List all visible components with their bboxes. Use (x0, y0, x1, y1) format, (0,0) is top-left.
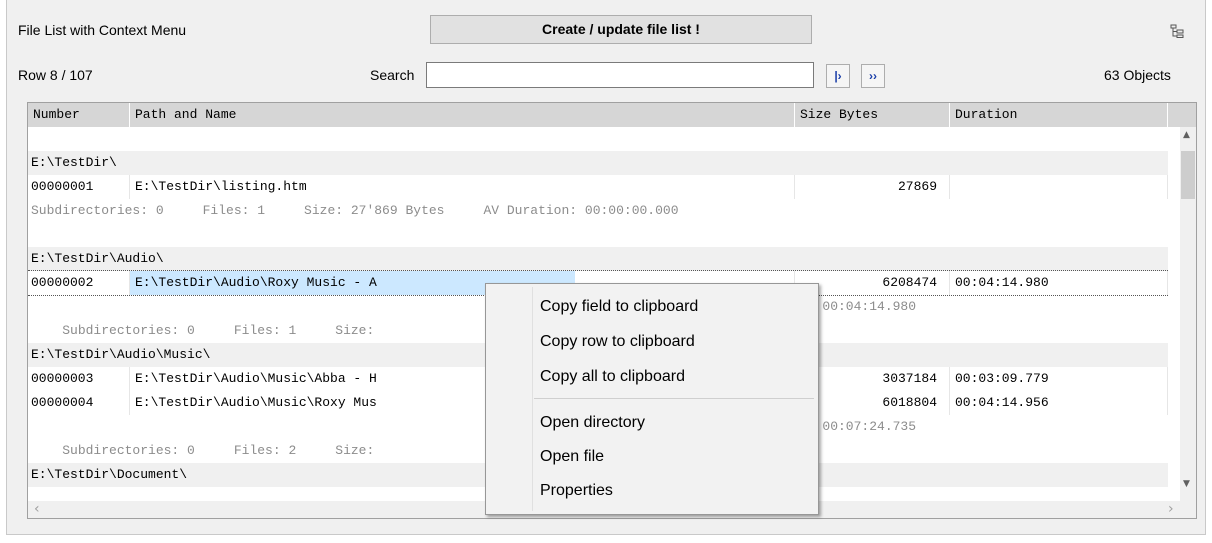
scroll-down-icon[interactable]: ▼ (1183, 479, 1190, 489)
column-header-size[interactable]: Size Bytes (795, 103, 950, 127)
row-position: Row 8 / 107 (18, 67, 93, 83)
directory-row[interactable]: E:\TestDir\ (28, 151, 1168, 175)
cell-number: 00000003 (28, 367, 130, 391)
table-row[interactable]: 00000001 E:\TestDir\listing.htm 27869 (28, 175, 1168, 199)
cell-path: E:\TestDir\listing.htm (130, 175, 795, 199)
summary-text: Subdirectories: 0 Files: 2 Size: (62, 443, 375, 458)
directory-path: E:\TestDir\Audio\ (31, 251, 164, 266)
search-label: Search (370, 67, 415, 83)
scroll-left-icon[interactable]: ‹ (34, 501, 40, 517)
context-menu: Copy field to clipboard Copy row to clip… (485, 283, 819, 515)
table-header: Number Path and Name Size Bytes Duration (28, 103, 1196, 127)
summary-row: Subdirectories: 0 Files: 1 Size: 27'869 … (31, 203, 679, 218)
scroll-up-icon[interactable]: ▲ (1183, 130, 1190, 140)
directory-path: E:\TestDir\Audio\Music\ (31, 347, 211, 362)
menu-item-open-directory[interactable]: Open directory (540, 406, 645, 440)
find-all-button[interactable]: ›› (861, 64, 885, 88)
column-header-path[interactable]: Path and Name (130, 103, 795, 127)
window-title: File List with Context Menu (18, 22, 187, 38)
find-next-button[interactable]: |› (826, 64, 850, 88)
directory-row[interactable]: E:\TestDir\Audio\ (28, 247, 1168, 271)
menu-item-copy-field[interactable]: Copy field to clipboard (540, 290, 698, 324)
directory-path: E:\TestDir\ (31, 155, 117, 170)
column-header-duration[interactable]: Duration (950, 103, 1168, 127)
cell-size: 27869 (795, 175, 950, 199)
object-count: 63 Objects (1104, 67, 1171, 83)
directory-path: E:\TestDir\Document\ (31, 467, 188, 482)
menu-item-properties[interactable]: Properties (540, 474, 613, 508)
scrollbar-thumb[interactable] (1181, 151, 1195, 199)
menu-item-open-file[interactable]: Open file (540, 440, 604, 474)
cell-number: 00000002 (28, 271, 130, 295)
summary-text: Subdirectories: 0 Files: 1 Size: (62, 323, 375, 338)
create-file-list-button[interactable]: Create / update file list ! (430, 15, 812, 44)
vertical-scrollbar[interactable]: ▲ ▼ (1180, 127, 1196, 518)
cell-duration: 00:03:09.779 (950, 367, 1168, 391)
search-input[interactable] (426, 62, 814, 88)
scroll-right-icon[interactable]: › (1168, 501, 1174, 517)
cell-duration (950, 175, 1168, 199)
menu-separator (534, 398, 814, 399)
menu-gutter (532, 287, 533, 511)
tree-view-icon[interactable] (1170, 24, 1184, 38)
cell-duration: 00:04:14.980 (950, 271, 1168, 295)
menu-item-copy-all[interactable]: Copy all to clipboard (540, 360, 685, 394)
cell-number: 00000004 (28, 391, 130, 415)
cell-duration: 00:04:14.956 (950, 391, 1168, 415)
menu-item-copy-row[interactable]: Copy row to clipboard (540, 325, 695, 359)
column-header-number[interactable]: Number (28, 103, 130, 127)
cell-number: 00000001 (28, 175, 130, 199)
